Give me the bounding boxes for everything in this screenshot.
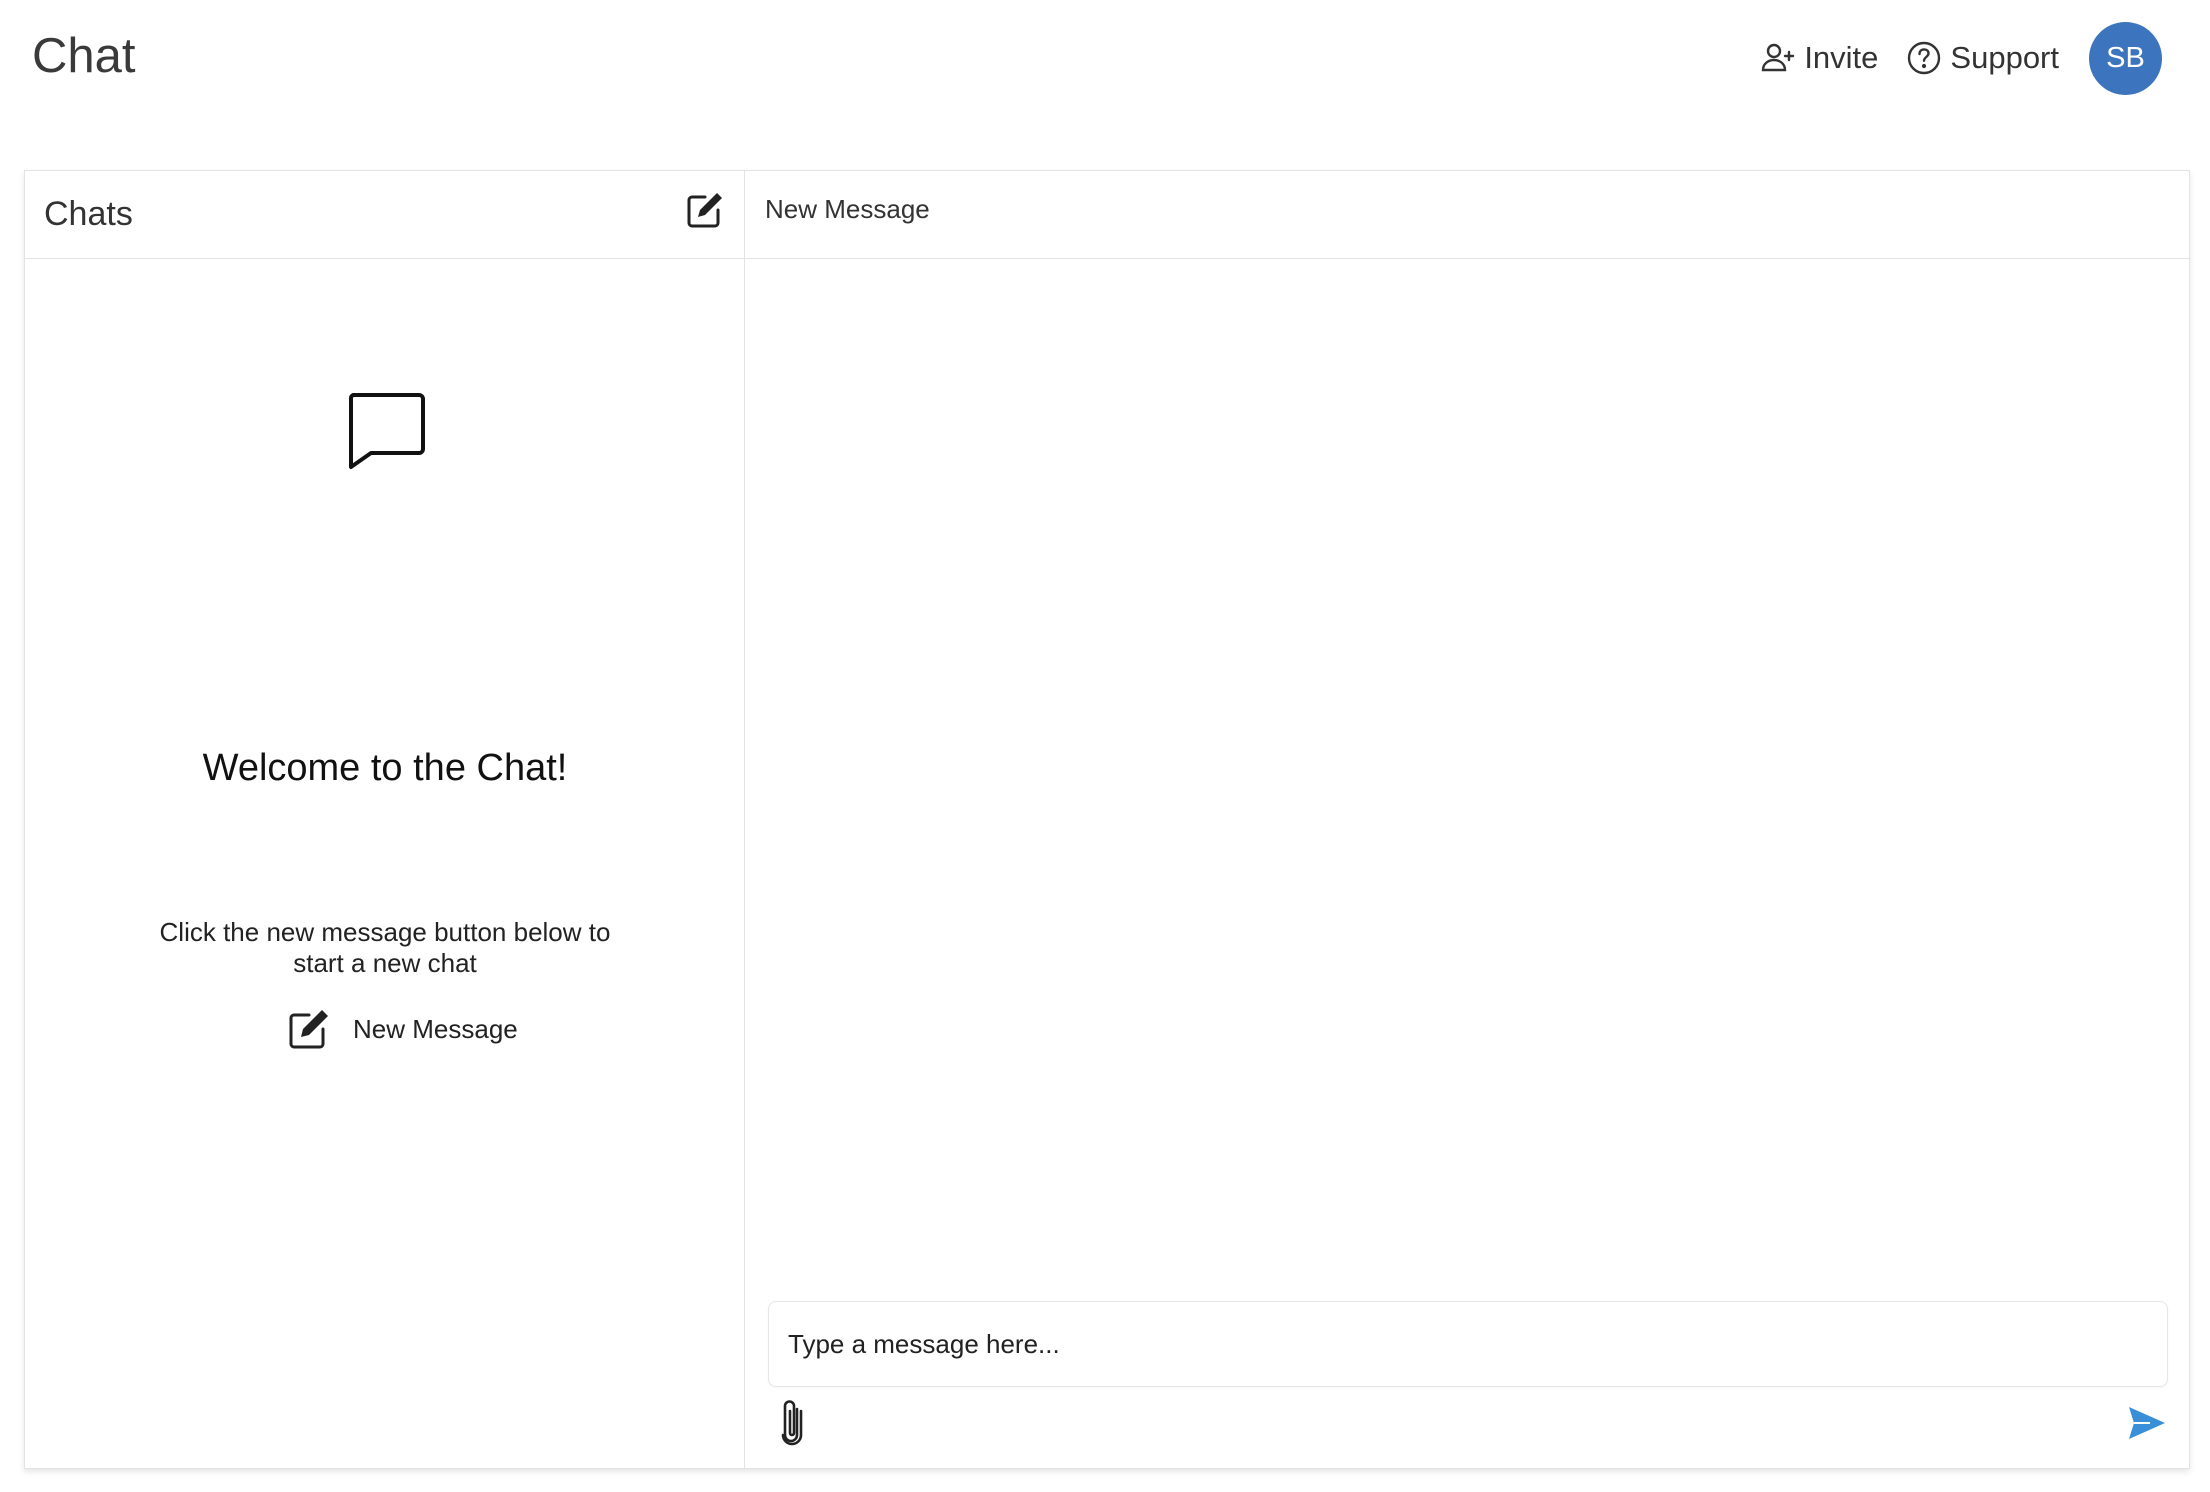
user-avatar[interactable]: SB <box>2089 21 2162 95</box>
support-label: Support <box>1950 40 2059 75</box>
send-button[interactable] <box>2127 1405 2167 1441</box>
add-user-icon <box>1760 40 1796 76</box>
invite-button[interactable]: Invite <box>1760 30 1878 86</box>
help-circle-icon <box>1906 40 1942 76</box>
compose-button[interactable] <box>684 189 726 231</box>
attach-button[interactable] <box>775 1397 809 1449</box>
welcome-heading: Welcome to the Chat! <box>202 747 568 789</box>
conversation-pane: New Message <box>745 171 2191 1468</box>
chats-sidebar: Chats Welcome to the Chat! Click the new… <box>25 171 745 1468</box>
chat-bubble-icon <box>345 391 427 476</box>
new-message-button[interactable]: New Message <box>287 1005 518 1053</box>
message-input-container <box>768 1301 2168 1387</box>
header-actions: Invite Support SB <box>1760 21 2162 95</box>
welcome-hint: Click the new message button below to st… <box>159 917 611 978</box>
compose-icon <box>287 1007 331 1051</box>
new-message-label: New Message <box>353 1013 518 1044</box>
sidebar-header: Chats <box>25 171 744 259</box>
page-title: Chat <box>32 29 136 83</box>
sidebar-title: Chats <box>44 195 133 233</box>
message-input[interactable] <box>769 1302 2167 1386</box>
invite-label: Invite <box>1804 40 1879 75</box>
paperclip-icon <box>781 1400 803 1446</box>
compose-icon <box>687 193 722 228</box>
conversation-header: New Message <box>745 171 2191 259</box>
app-header: Chat Invite Support SB <box>0 0 2210 150</box>
conversation-title: New Message <box>765 194 930 224</box>
chat-panel: Chats Welcome to the Chat! Click the new… <box>24 170 2191 1469</box>
send-icon <box>2129 1407 2165 1439</box>
support-button[interactable]: Support <box>1906 30 2059 86</box>
